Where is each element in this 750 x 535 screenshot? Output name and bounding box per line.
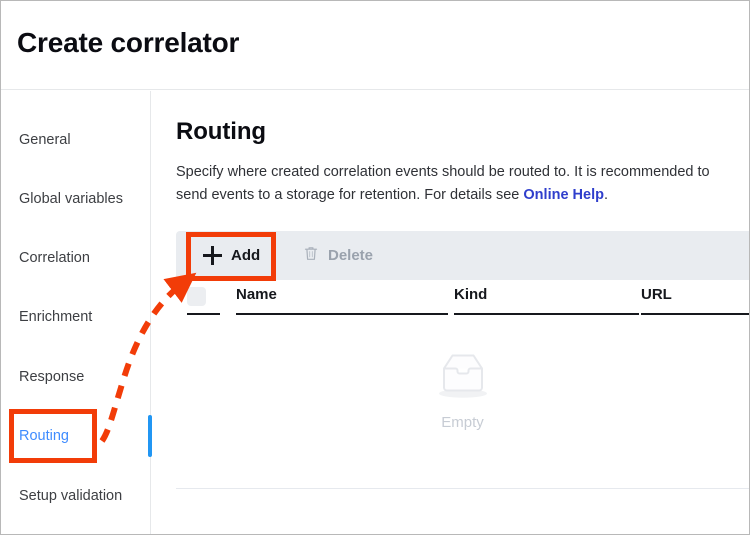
trash-icon: [303, 245, 319, 266]
section-description: Specify where created correlation events…: [176, 161, 732, 207]
sidebar-item-correlation[interactable]: Correlation: [19, 249, 90, 267]
delete-button-label: Delete: [328, 247, 374, 264]
sidebar-item-setup-validation[interactable]: Setup validation: [19, 487, 122, 505]
table-body: Empty: [176, 317, 749, 489]
empty-state: Empty: [176, 347, 749, 431]
window-header: Create correlator: [1, 1, 749, 90]
sidebar: General Global variables Correlation Enr…: [1, 91, 151, 534]
table-toolbar: Add Delete: [176, 231, 749, 280]
table-header-row: Name Kind URL: [176, 280, 749, 316]
main-panel: Routing Specify where created correlatio…: [152, 91, 749, 534]
column-rule-name: [236, 313, 448, 315]
column-rule-checkbox: [187, 313, 220, 315]
section-title: Routing: [176, 118, 266, 145]
plus-icon: [203, 246, 222, 265]
sidebar-item-global-variables[interactable]: Global variables: [19, 190, 123, 208]
inbox-icon: [431, 354, 495, 407]
column-header-name[interactable]: Name: [236, 286, 277, 303]
add-button[interactable]: Add: [187, 231, 276, 280]
empty-state-label: Empty: [441, 414, 484, 431]
section-description-text-1: Specify where created correlation events…: [176, 164, 710, 203]
column-rule-url: [641, 313, 749, 315]
page-title: Create correlator: [17, 27, 240, 58]
sidebar-item-general[interactable]: General: [19, 131, 71, 149]
online-help-link[interactable]: Online Help: [523, 187, 604, 203]
add-button-label: Add: [231, 247, 261, 264]
sidebar-item-enrichment[interactable]: Enrichment: [19, 308, 92, 326]
delete-button[interactable]: Delete: [287, 231, 389, 280]
create-correlator-window: Create correlator General Global variabl…: [0, 0, 750, 535]
sidebar-item-response[interactable]: Response: [19, 368, 84, 386]
column-header-kind[interactable]: Kind: [454, 286, 487, 303]
column-rule-kind: [454, 313, 639, 315]
column-header-url[interactable]: URL: [641, 286, 672, 303]
select-all-checkbox[interactable]: [187, 287, 206, 306]
section-description-text-2: .: [603, 187, 609, 203]
sidebar-item-routing[interactable]: Routing: [19, 427, 69, 445]
